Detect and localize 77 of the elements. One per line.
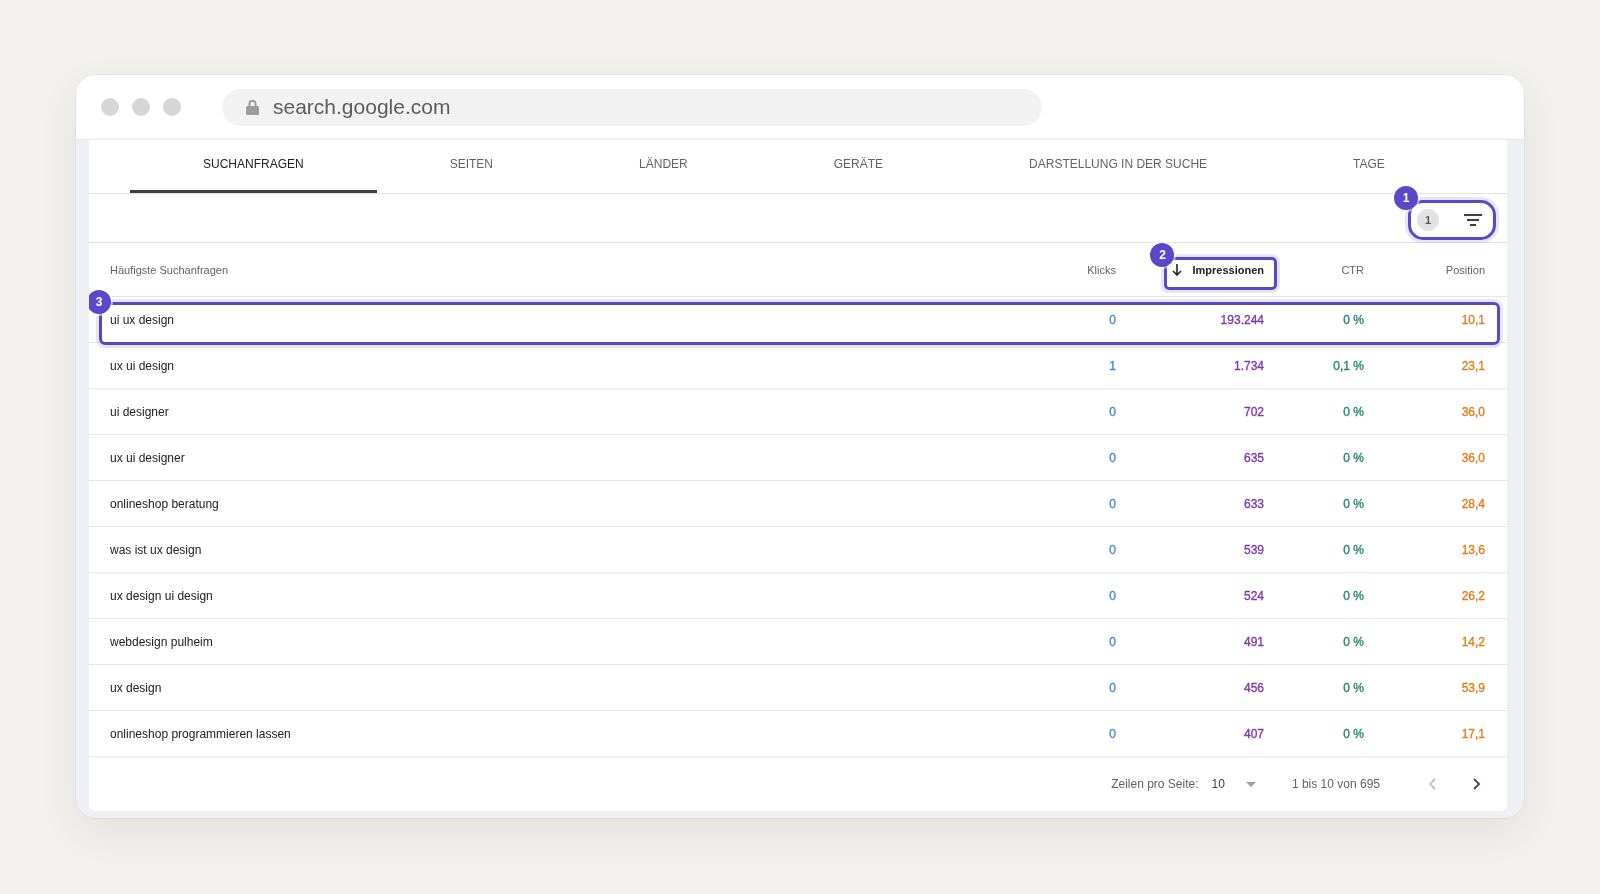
column-header[interactable]: Häufigste Suchanfragen [110, 263, 229, 276]
tab[interactable]: SUCHANFRAGEN [130, 140, 377, 193]
table-cell: 0 % [1343, 634, 1364, 649]
table-cell: 539 [1243, 542, 1264, 557]
table-cell-text: ux ui designer [110, 450, 186, 465]
step-marker: 1 [1394, 186, 1418, 210]
tab[interactable]: SEITEN [376, 140, 567, 193]
table-cell: 0 [1109, 312, 1116, 327]
table-cell-text: ux design [110, 680, 163, 695]
table-cell: 0 % [1343, 588, 1364, 603]
table-cell: 0,1 % [1333, 358, 1364, 373]
step-marker: 2 [1150, 242, 1175, 267]
tab[interactable]: DARSTELLUNG IN DER SUCHE [956, 140, 1281, 193]
page-range-text: 1 bis 10 von 695 [1291, 777, 1380, 791]
tab[interactable]: LÄNDER [566, 140, 761, 193]
table-cell: 407 [1243, 726, 1264, 741]
tab[interactable]: GERÄTE [760, 140, 957, 193]
table-cell: 36,0 [1461, 404, 1485, 419]
table-cell: 17,1 [1461, 726, 1485, 741]
table-cell: 702 [1243, 404, 1264, 419]
table-cell-text: webdesign pulheim [110, 634, 214, 649]
window-control-icon[interactable] [132, 98, 150, 116]
table-cell: 28,4 [1461, 496, 1485, 511]
table-cell: 0 [1109, 542, 1116, 557]
table-cell-text: ux design ui design [110, 588, 214, 603]
table-cell: 635 [1243, 450, 1264, 465]
table-cell: 456 [1243, 680, 1264, 695]
chevron-left-icon [1428, 778, 1436, 790]
table-cell: 0 [1109, 404, 1116, 419]
caret-icon [1245, 781, 1256, 787]
table-cell: 13,6 [1461, 542, 1485, 557]
table-cell: 0 % [1343, 404, 1364, 419]
table-cell: 53,9 [1461, 680, 1485, 695]
column-header[interactable]: Klicks [1087, 263, 1116, 276]
address-bar[interactable]: search.google.com [222, 88, 1042, 126]
table-cell: 0 [1109, 634, 1116, 649]
table-cell: 14,2 [1461, 634, 1485, 649]
table-cell-text: ui designer [110, 404, 170, 419]
table-cell: 633 [1243, 496, 1264, 511]
filter-icon [1464, 214, 1482, 226]
table-cell: 0 % [1343, 312, 1364, 327]
column-header[interactable]: CTR [1341, 263, 1364, 276]
table-cell: 1 [1109, 358, 1116, 373]
table-cell-text: was ist ux design [110, 542, 203, 557]
table-cell: 0 [1109, 588, 1116, 603]
table-cell: 0 % [1343, 496, 1364, 511]
rows-per-page-label: Zeilen pro Seite: [1111, 777, 1199, 791]
column-header[interactable]: Impressionen [1172, 263, 1264, 276]
table-cell: 0 % [1343, 726, 1364, 741]
table-cell: 0 [1109, 680, 1116, 695]
table-cell-text: onlineshop programmieren lassen [110, 726, 292, 741]
table-cell: 0 % [1343, 680, 1364, 695]
table-cell-text: ui ux design [110, 312, 176, 327]
table-cell: 26,2 [1461, 588, 1485, 603]
chevron-right-icon [1473, 778, 1481, 790]
table-cell: 1.734 [1233, 358, 1264, 373]
table-cell: 0 [1109, 450, 1116, 465]
table-cell: 0 % [1343, 542, 1364, 557]
table-cell: 10,1 [1461, 312, 1485, 327]
window-control-icon[interactable] [163, 98, 181, 116]
column-header[interactable]: Position [1445, 263, 1485, 276]
rows-per-page-select[interactable]: 10 [1211, 777, 1256, 791]
table-cell: 0 % [1343, 450, 1364, 465]
table-cell-text: ux ui design [110, 358, 176, 373]
table-cell: 23,1 [1461, 358, 1485, 373]
table-cell: 0 [1109, 726, 1116, 741]
table-cell: 193.244 [1220, 312, 1264, 327]
window-control-icon[interactable] [101, 98, 119, 116]
active-filter-count: 1 [1417, 209, 1439, 231]
table-cell-text: onlineshop beratung [110, 496, 220, 511]
table-cell: 36,0 [1461, 450, 1485, 465]
lock-icon [246, 99, 259, 115]
step-marker: 3 [89, 290, 111, 314]
table-cell: 491 [1243, 634, 1264, 649]
table-cell: 524 [1243, 588, 1264, 603]
arrow-down-icon [1172, 263, 1183, 276]
table-cell: 0 [1109, 496, 1116, 511]
